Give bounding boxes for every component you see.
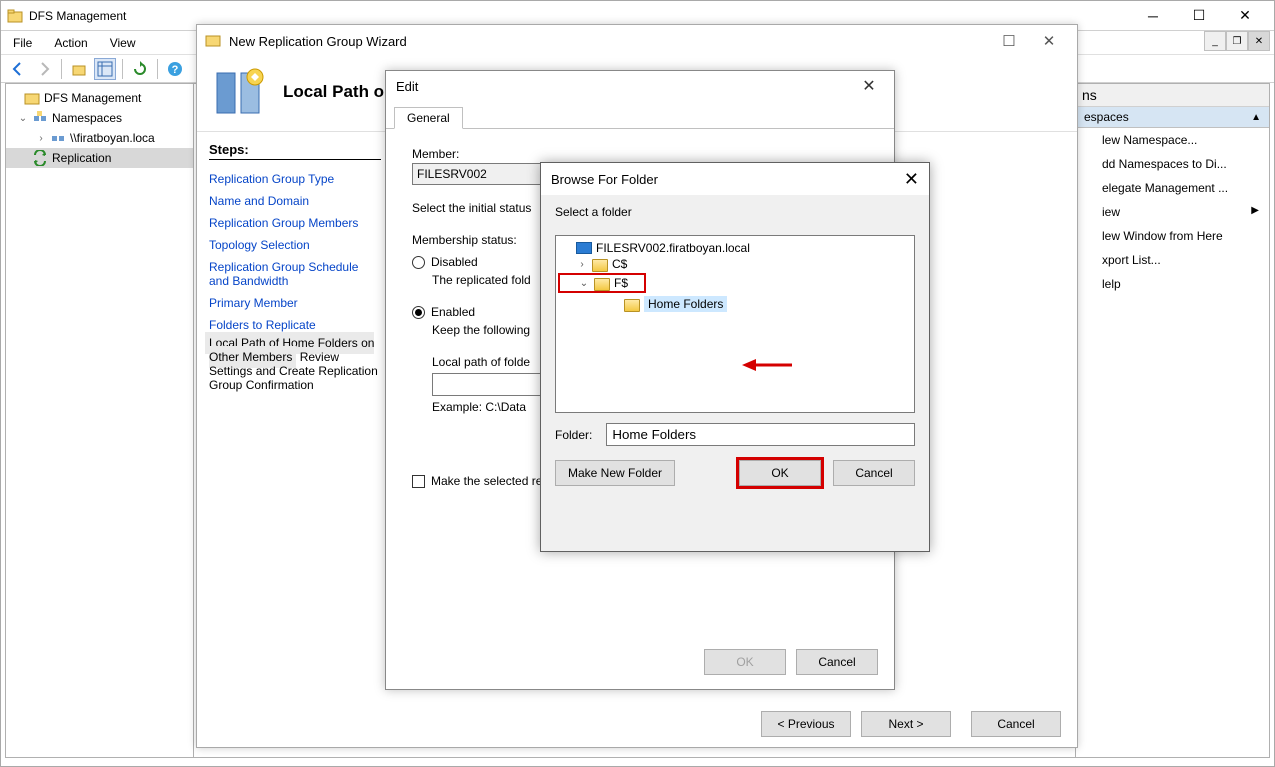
action-delegate-mgmt[interactable]: elegate Management ... bbox=[1076, 176, 1269, 200]
app-icon bbox=[7, 8, 23, 24]
step-name-domain[interactable]: Name and Domain bbox=[209, 190, 381, 212]
view-button[interactable] bbox=[94, 58, 116, 80]
wizard-next-button[interactable]: Next > bbox=[861, 711, 951, 737]
tree-c-drive-row: › C$ bbox=[558, 256, 912, 272]
browse-folder-dialog: Browse For Folder ✕ Select a folder FILE… bbox=[540, 162, 930, 552]
disabled-radio[interactable] bbox=[412, 256, 425, 269]
mdi-close[interactable]: ✕ bbox=[1248, 31, 1270, 51]
folder-label: Folder: bbox=[555, 428, 592, 442]
tree-root: DFS Management bbox=[6, 88, 193, 108]
action-export-list[interactable]: xport List... bbox=[1076, 248, 1269, 272]
wizard-banner-icon bbox=[211, 63, 269, 121]
folder-tree[interactable]: FILESRV002.firatboyan.local › C$ ⌄ F$ Ho… bbox=[555, 235, 915, 413]
step-primary[interactable]: Primary Member bbox=[209, 292, 381, 314]
close-button[interactable]: ✕ bbox=[1222, 2, 1268, 30]
mdi-minimize[interactable]: _ bbox=[1204, 31, 1226, 51]
wizard-icon bbox=[205, 32, 223, 50]
step-schedule[interactable]: Replication Group Schedule and Bandwidth bbox=[209, 256, 381, 292]
actions-header: ns bbox=[1076, 84, 1269, 107]
wizard-steps-pane: Steps: Replication Group Type Name and D… bbox=[197, 132, 393, 702]
tree-f-drive-row: ⌄ F$ bbox=[558, 273, 646, 293]
step-group-type[interactable]: Replication Group Type bbox=[209, 168, 381, 190]
action-new-namespace[interactable]: lew Namespace... bbox=[1076, 128, 1269, 152]
wizard-page-title: Local Path o bbox=[283, 82, 384, 102]
step-topology[interactable]: Topology Selection bbox=[209, 234, 381, 256]
edit-cancel-button[interactable]: Cancel bbox=[796, 649, 878, 675]
help-button[interactable]: ? bbox=[164, 58, 186, 80]
action-view[interactable]: iew▶ bbox=[1076, 200, 1269, 224]
computer-icon bbox=[576, 242, 592, 254]
menu-file[interactable]: File bbox=[9, 34, 36, 52]
mdi-restore[interactable]: ❐ bbox=[1226, 31, 1248, 51]
wizard-previous-button[interactable]: < Previous bbox=[761, 711, 851, 737]
edit-close-button[interactable]: ✕ bbox=[854, 76, 884, 96]
browse-title-text: Browse For Folder bbox=[551, 172, 658, 187]
tree-home-folders-row: Home Folders bbox=[558, 295, 912, 313]
folder-icon bbox=[624, 299, 640, 312]
enabled-radio[interactable] bbox=[412, 306, 425, 319]
folder-icon bbox=[592, 259, 608, 272]
browse-cancel-button[interactable]: Cancel bbox=[833, 460, 915, 486]
wizard-maximize[interactable]: ☐ bbox=[989, 32, 1029, 50]
minimize-button[interactable]: ─ bbox=[1130, 2, 1176, 30]
edit-tabs: General bbox=[386, 101, 894, 129]
folder-input[interactable] bbox=[606, 423, 915, 446]
step-members[interactable]: Replication Group Members bbox=[209, 212, 381, 234]
tree-replication: Replication bbox=[6, 148, 193, 168]
action-help[interactable]: lelp bbox=[1076, 272, 1269, 296]
browse-ok-button[interactable]: OK bbox=[739, 460, 821, 486]
actions-pane: ns espaces▲ lew Namespace... dd Namespac… bbox=[1075, 83, 1270, 758]
step-confirmation: Confirmation bbox=[246, 374, 314, 396]
tree-server-row: FILESRV002.firatboyan.local bbox=[558, 240, 912, 256]
member-label: Member: bbox=[412, 147, 868, 161]
actions-group: espaces▲ bbox=[1076, 107, 1269, 128]
edit-title-text: Edit bbox=[396, 79, 418, 94]
wizard-titlebar: New Replication Group Wizard ☐ ✕ bbox=[197, 25, 1077, 57]
wizard-title-text: New Replication Group Wizard bbox=[229, 34, 407, 49]
make-new-folder-button[interactable]: Make New Folder bbox=[555, 460, 675, 486]
maximize-button[interactable]: ☐ bbox=[1176, 2, 1222, 30]
action-add-namespaces[interactable]: dd Namespaces to Di... bbox=[1076, 152, 1269, 176]
menu-action[interactable]: Action bbox=[50, 34, 91, 52]
tree-namespaces: ⌄Namespaces bbox=[6, 108, 193, 128]
console-tree[interactable]: DFS Management ⌄Namespaces ›\\firatboyan… bbox=[6, 84, 194, 757]
tree-ns-item: ›\\firatboyan.loca bbox=[6, 128, 193, 148]
readonly-checkbox[interactable] bbox=[412, 475, 425, 488]
menu-view[interactable]: View bbox=[106, 34, 140, 52]
action-new-window[interactable]: lew Window from Here bbox=[1076, 224, 1269, 248]
main-title-text: DFS Management bbox=[29, 9, 1130, 23]
refresh-button[interactable] bbox=[129, 58, 151, 80]
wizard-close[interactable]: ✕ bbox=[1029, 32, 1069, 50]
edit-titlebar: Edit ✕ bbox=[386, 71, 894, 101]
wizard-cancel-button[interactable]: Cancel bbox=[971, 711, 1061, 737]
folder-icon bbox=[594, 278, 610, 291]
browse-titlebar: Browse For Folder ✕ bbox=[541, 163, 929, 195]
svg-text:?: ? bbox=[172, 64, 179, 76]
mdi-controls: _ ❐ ✕ bbox=[1204, 31, 1270, 53]
browse-prompt: Select a folder bbox=[541, 195, 929, 225]
edit-ok-button[interactable]: OK bbox=[704, 649, 786, 675]
back-button[interactable] bbox=[7, 58, 29, 80]
up-button[interactable] bbox=[68, 58, 90, 80]
browse-close-button[interactable]: ✕ bbox=[904, 169, 919, 190]
tab-general[interactable]: General bbox=[394, 107, 463, 129]
forward-button[interactable] bbox=[33, 58, 55, 80]
